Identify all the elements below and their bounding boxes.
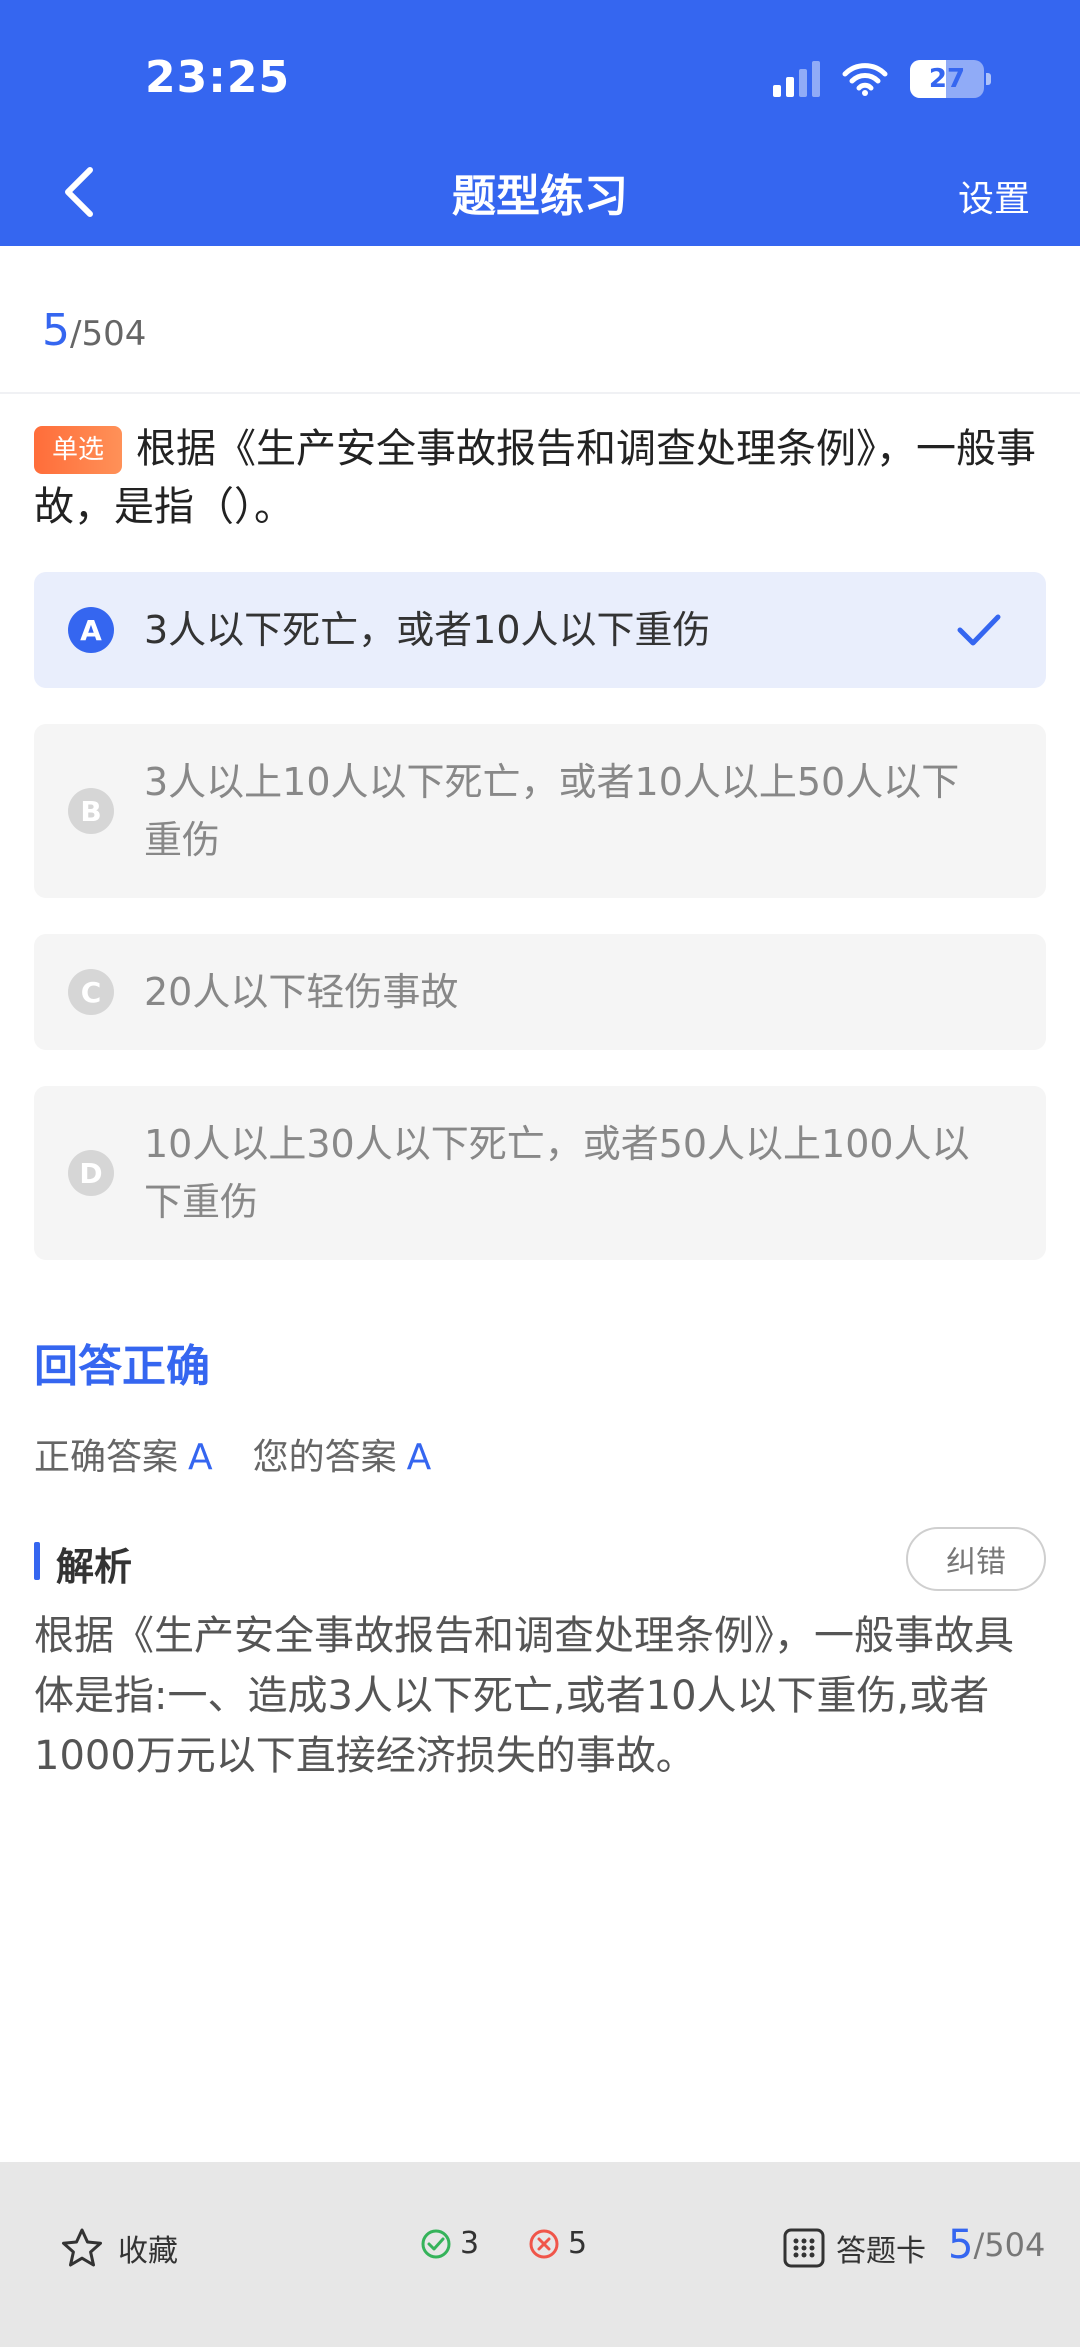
option-letter: C xyxy=(68,969,114,1015)
app-header: 23:25 27 题型练习 设置 xyxy=(0,0,1080,246)
wifi-icon xyxy=(842,63,888,96)
question-progress: 5/504 xyxy=(42,305,146,356)
star-icon xyxy=(62,2228,102,2267)
answer-summary: 正确答案 A 您的答案 A xyxy=(34,1428,471,1480)
favorite-label: 收藏 xyxy=(118,2234,178,2269)
option-text: 3人以上10人以下死亡，或者10人以上50人以下重伤 xyxy=(144,760,960,862)
correct-count-value: 3 xyxy=(460,2226,480,2261)
bottom-progress-current: 5 xyxy=(948,2222,974,2268)
result-title: 回答正确 xyxy=(34,1341,210,1392)
analysis-text: 根据《生产安全事故报告和调查处理条例》，一般事故具体是指:一、造成3人以下死亡,… xyxy=(34,1613,1014,1779)
question-type-badge: 单选 xyxy=(34,426,123,474)
answer-card-label: 答题卡 xyxy=(836,2234,926,2269)
your-answer-value: A xyxy=(406,1437,432,1478)
battery-icon: 27 xyxy=(910,60,991,98)
answer-card-button[interactable]: 答题卡 xyxy=(782,2226,926,2270)
status-time: 23:25 xyxy=(145,52,291,103)
your-answer-label: 您的答案 xyxy=(252,1437,397,1478)
correct-answer-value: A xyxy=(188,1437,213,1478)
settings-button[interactable]: 设置 xyxy=(958,170,1030,222)
wrong-count: 5 xyxy=(528,2226,587,2261)
progress-current: 5 xyxy=(42,305,70,356)
checkmark-icon xyxy=(957,614,1001,646)
favorite-button[interactable]: 收藏 xyxy=(60,2226,178,2270)
bottom-progress: 5/504 xyxy=(948,2222,1045,2268)
option-c[interactable]: C 20人以下轻伤事故 xyxy=(34,934,1046,1050)
page-title: 题型练习 xyxy=(452,171,628,222)
option-d[interactable]: D 10人以上30人以下死亡，或者50人以上100人以下重伤 xyxy=(34,1086,1046,1260)
option-a[interactable]: A 3人以下死亡，或者10人以下重伤 xyxy=(34,572,1046,688)
correct-answer-label: 正确答案 xyxy=(34,1437,179,1478)
option-letter: A xyxy=(68,607,114,653)
analysis-title: 解析 xyxy=(34,1536,132,1591)
question-text: 根据《生产安全事故报告和调查处理条例》，一般事故，是指（）。 xyxy=(34,426,1037,530)
option-text: 3人以下死亡，或者10人以下重伤 xyxy=(144,608,711,652)
report-error-button[interactable]: 纠错 xyxy=(906,1527,1046,1591)
option-letter: D xyxy=(68,1150,114,1196)
wrong-circle-icon xyxy=(529,2229,559,2258)
battery-level: 27 xyxy=(928,64,966,94)
wrong-count-value: 5 xyxy=(568,2226,588,2261)
correct-count: 3 xyxy=(420,2226,479,2261)
correct-circle-icon xyxy=(421,2229,451,2258)
divider xyxy=(0,392,1080,394)
option-text: 10人以上30人以下死亡，或者50人以上100人以下重伤 xyxy=(144,1122,970,1224)
grid-icon xyxy=(783,2228,825,2268)
bottom-bar: 收藏 3 5 答题卡 5/504 xyxy=(0,2162,1080,2347)
option-b[interactable]: B 3人以上10人以下死亡，或者10人以上50人以下重伤 xyxy=(34,724,1046,898)
progress-total: /504 xyxy=(70,314,147,354)
bottom-progress-total: /504 xyxy=(973,2226,1046,2264)
cellular-signal-icon xyxy=(773,61,820,97)
status-icons: 27 xyxy=(773,60,991,98)
question-stem: 单选 根据《生产安全事故报告和调查处理条例》，一般事故，是指（）。 xyxy=(34,420,1044,536)
option-letter: B xyxy=(68,788,114,834)
option-text: 20人以下轻伤事故 xyxy=(144,970,459,1014)
